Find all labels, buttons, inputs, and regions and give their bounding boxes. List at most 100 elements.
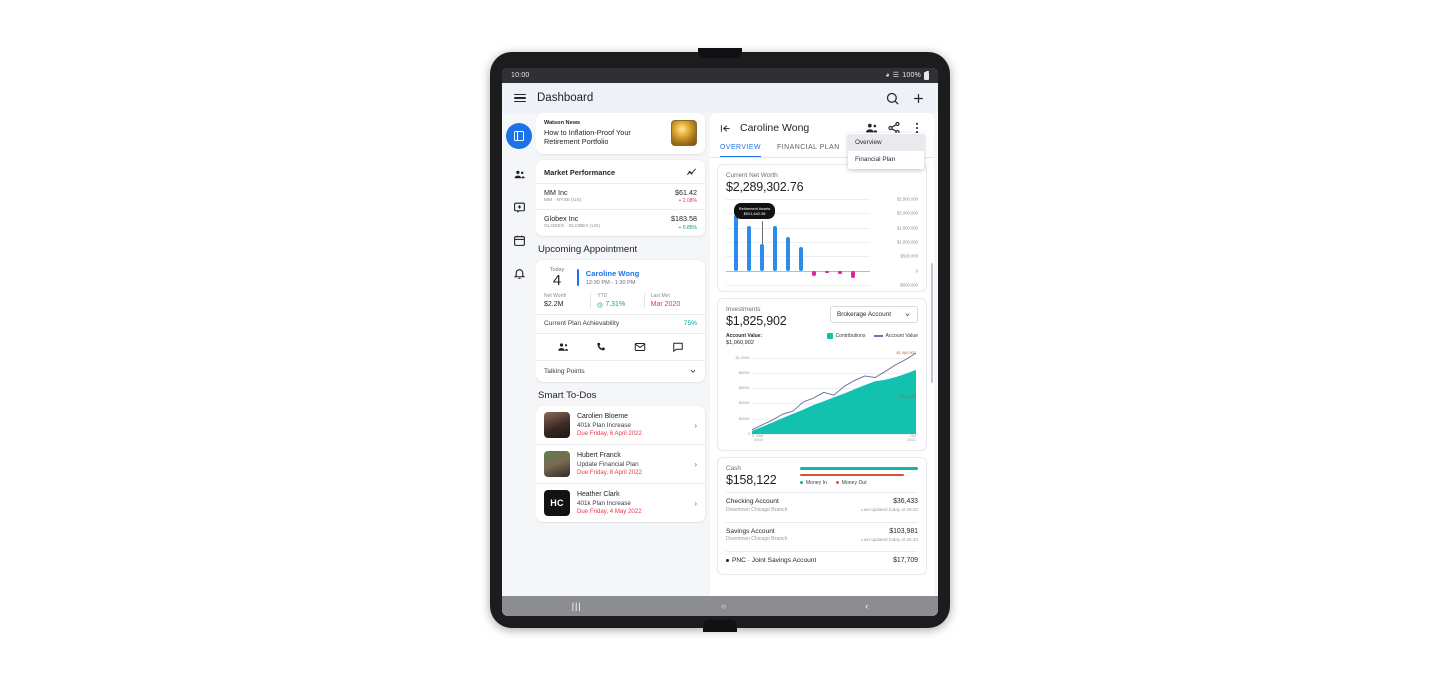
home-icon[interactable]: ○ [721,602,726,611]
stat-label: YTD [597,293,608,300]
legend-label: Money In [805,480,827,487]
list-item[interactable]: HC Heather Clark 401k Plan Increase Due … [536,483,705,522]
news-source: Watson News [544,120,581,126]
chart-bar [838,270,842,275]
market-title: Market Performance [544,167,616,177]
battery-percent: 100% [902,72,921,79]
tooltip-title: Retirement Assets [738,205,771,211]
status-time: 10:00 [511,72,530,79]
system-nav-bar: ||| ○ ‹ [502,596,938,616]
sidebar-item-notifications[interactable] [511,265,527,281]
tooltip-value: $921,642.08 [743,210,766,216]
todo-name: Carolien Bloeme [577,413,628,421]
sidebar-item-clients[interactable] [511,166,527,182]
investments-subheader: Account Value: $1,060,902 Contributions [726,333,918,346]
legend-money-out: Money Out [835,480,867,486]
account-figures: $36,433 Last updated today at 08:42 [861,498,918,512]
tab-financial-plan[interactable]: FINANCIAL PLAN [777,140,840,157]
stock-row[interactable]: Globex Inc GLOBEX · GLOBEX (US) $183.58 … [536,209,705,236]
investments-label: Investments [726,306,761,313]
list-item[interactable]: Carolien Bloeme 401k Plan Increase Due F… [536,406,705,444]
account-figures: $103,981 Last updated today at 08:43 [861,528,918,542]
chart-tooltip: Retirement Assets $921,642.08 [733,203,776,219]
add-contact-icon[interactable] [557,341,569,353]
phone-icon[interactable] [595,341,607,353]
client-name: Caroline Wong [740,122,810,134]
overflow-dropdown-menu: Overview Financial Plan [848,133,924,169]
legend-dot-icon [800,480,804,485]
back-icon[interactable]: ‹ [865,601,868,611]
email-icon[interactable] [634,341,646,353]
client-content-scroll[interactable]: Current Net Worth $2,289,302.76 $2,500,0… [710,158,934,590]
y-axis-tick: $1,500,000 [897,225,918,231]
stock-figures: $183.58 + 0.85% [671,214,697,231]
account-select-dropdown[interactable]: Brokerage Account [830,306,918,323]
stock-ticker: MM · NYSE (US) [544,197,582,203]
chart-bar [799,247,803,271]
sidebar-item-calendar[interactable] [511,232,527,248]
y-axis-tick: 0 [747,430,750,436]
plus-icon[interactable] [911,91,926,106]
wifi-icon: ◕ [885,72,890,79]
legend-label: Account Value [885,333,918,339]
news-headline: How to Inflation-Proof Your Retirement P… [544,128,631,147]
news-card[interactable]: Watson News How to Inflation-Proof Your … [536,113,705,154]
stat-last-met: Last Met Mar 2020 [643,293,697,309]
cash-header: Cash $158,122 Money In Money Out [726,465,918,487]
avatar [544,412,570,439]
stock-change: + 2.08% [678,198,698,205]
device-frame: 10:00 ◕ ☰ 100% Dashboard Watson News How… [490,48,950,632]
add-note-icon [513,202,525,213]
stock-figures: $61.42 + 2.08% [675,188,697,205]
account-row[interactable]: Checking Account Downtown Chicago Branch… [726,492,918,517]
account-amount: $103,981 [889,527,918,535]
account-row[interactable]: PNC · Joint Savings Account $17,709 [726,551,918,568]
sidebar-item-dashboard[interactable] [506,123,532,149]
x-axis-tick: Oct 2021 [907,432,916,443]
chart-bar [825,270,829,273]
gridline [752,434,918,435]
todo-due: Due Friday, 4 May 2022 [577,508,642,516]
clock-icon [597,302,603,308]
message-icon[interactable] [672,341,684,353]
menu-item-financial-plan[interactable]: Financial Plan [848,151,924,168]
hamburger-menu-icon[interactable] [514,93,526,103]
account-amount: $36,433 [893,498,918,505]
y-axis-tick: $800K [738,369,750,375]
icon-rail [502,113,536,596]
stat-value: Mar 2020 [650,301,681,309]
chart-annotation: $710,259 [899,394,916,399]
stat-label: Net Worth [544,293,567,300]
menu-item-overview[interactable]: Overview [848,134,924,151]
cash-summary: Cash $158,122 [726,465,777,487]
stock-row[interactable]: MM Inc MM · NYSE (US) $61.42 + 2.08% [536,182,705,210]
stock-price: $183.58 [671,214,697,224]
search-icon[interactable] [885,91,900,106]
line-chart-icon[interactable] [686,167,697,178]
appointment-accent-bar [577,268,579,287]
list-item[interactable]: Hubert Franck Update Financial Plan Due … [536,444,705,483]
chevron-right-icon: › [694,420,697,430]
notifications-bell-icon [513,268,525,279]
stat-net-worth: Net Worth $2.2M [544,293,590,308]
chevron-down-icon [905,313,910,317]
y-axis-tick: $1,000K [735,354,751,360]
chevron-down-icon [690,370,696,374]
cash-bar-chart: Money In Money Out [800,465,918,486]
stat-value: 7.31% [605,301,626,309]
sidebar-item-add-note[interactable] [511,199,527,215]
account-branch: Downtown Chicago Branch [726,536,788,542]
account-name: PNC · Joint Savings Account [726,557,816,564]
todo-task: 401k Plan Increase [577,421,631,429]
appointment-client-name[interactable]: Caroline Wong [586,269,697,278]
account-row[interactable]: Savings Account Downtown Chicago Branch … [726,521,918,547]
legend-money-in: Money In [800,480,827,486]
chart-bar [734,214,738,271]
y-axis-tick: $2,500,000 [897,196,918,202]
collapse-panel-icon[interactable] [720,123,731,134]
vertical-scrollbar[interactable] [931,263,933,383]
signal-icon: ☰ [892,72,900,79]
recent-apps-icon[interactable]: ||| [572,601,582,611]
tab-overview[interactable]: OVERVIEW [720,140,762,157]
talking-points-row[interactable]: Talking Points [536,360,705,382]
